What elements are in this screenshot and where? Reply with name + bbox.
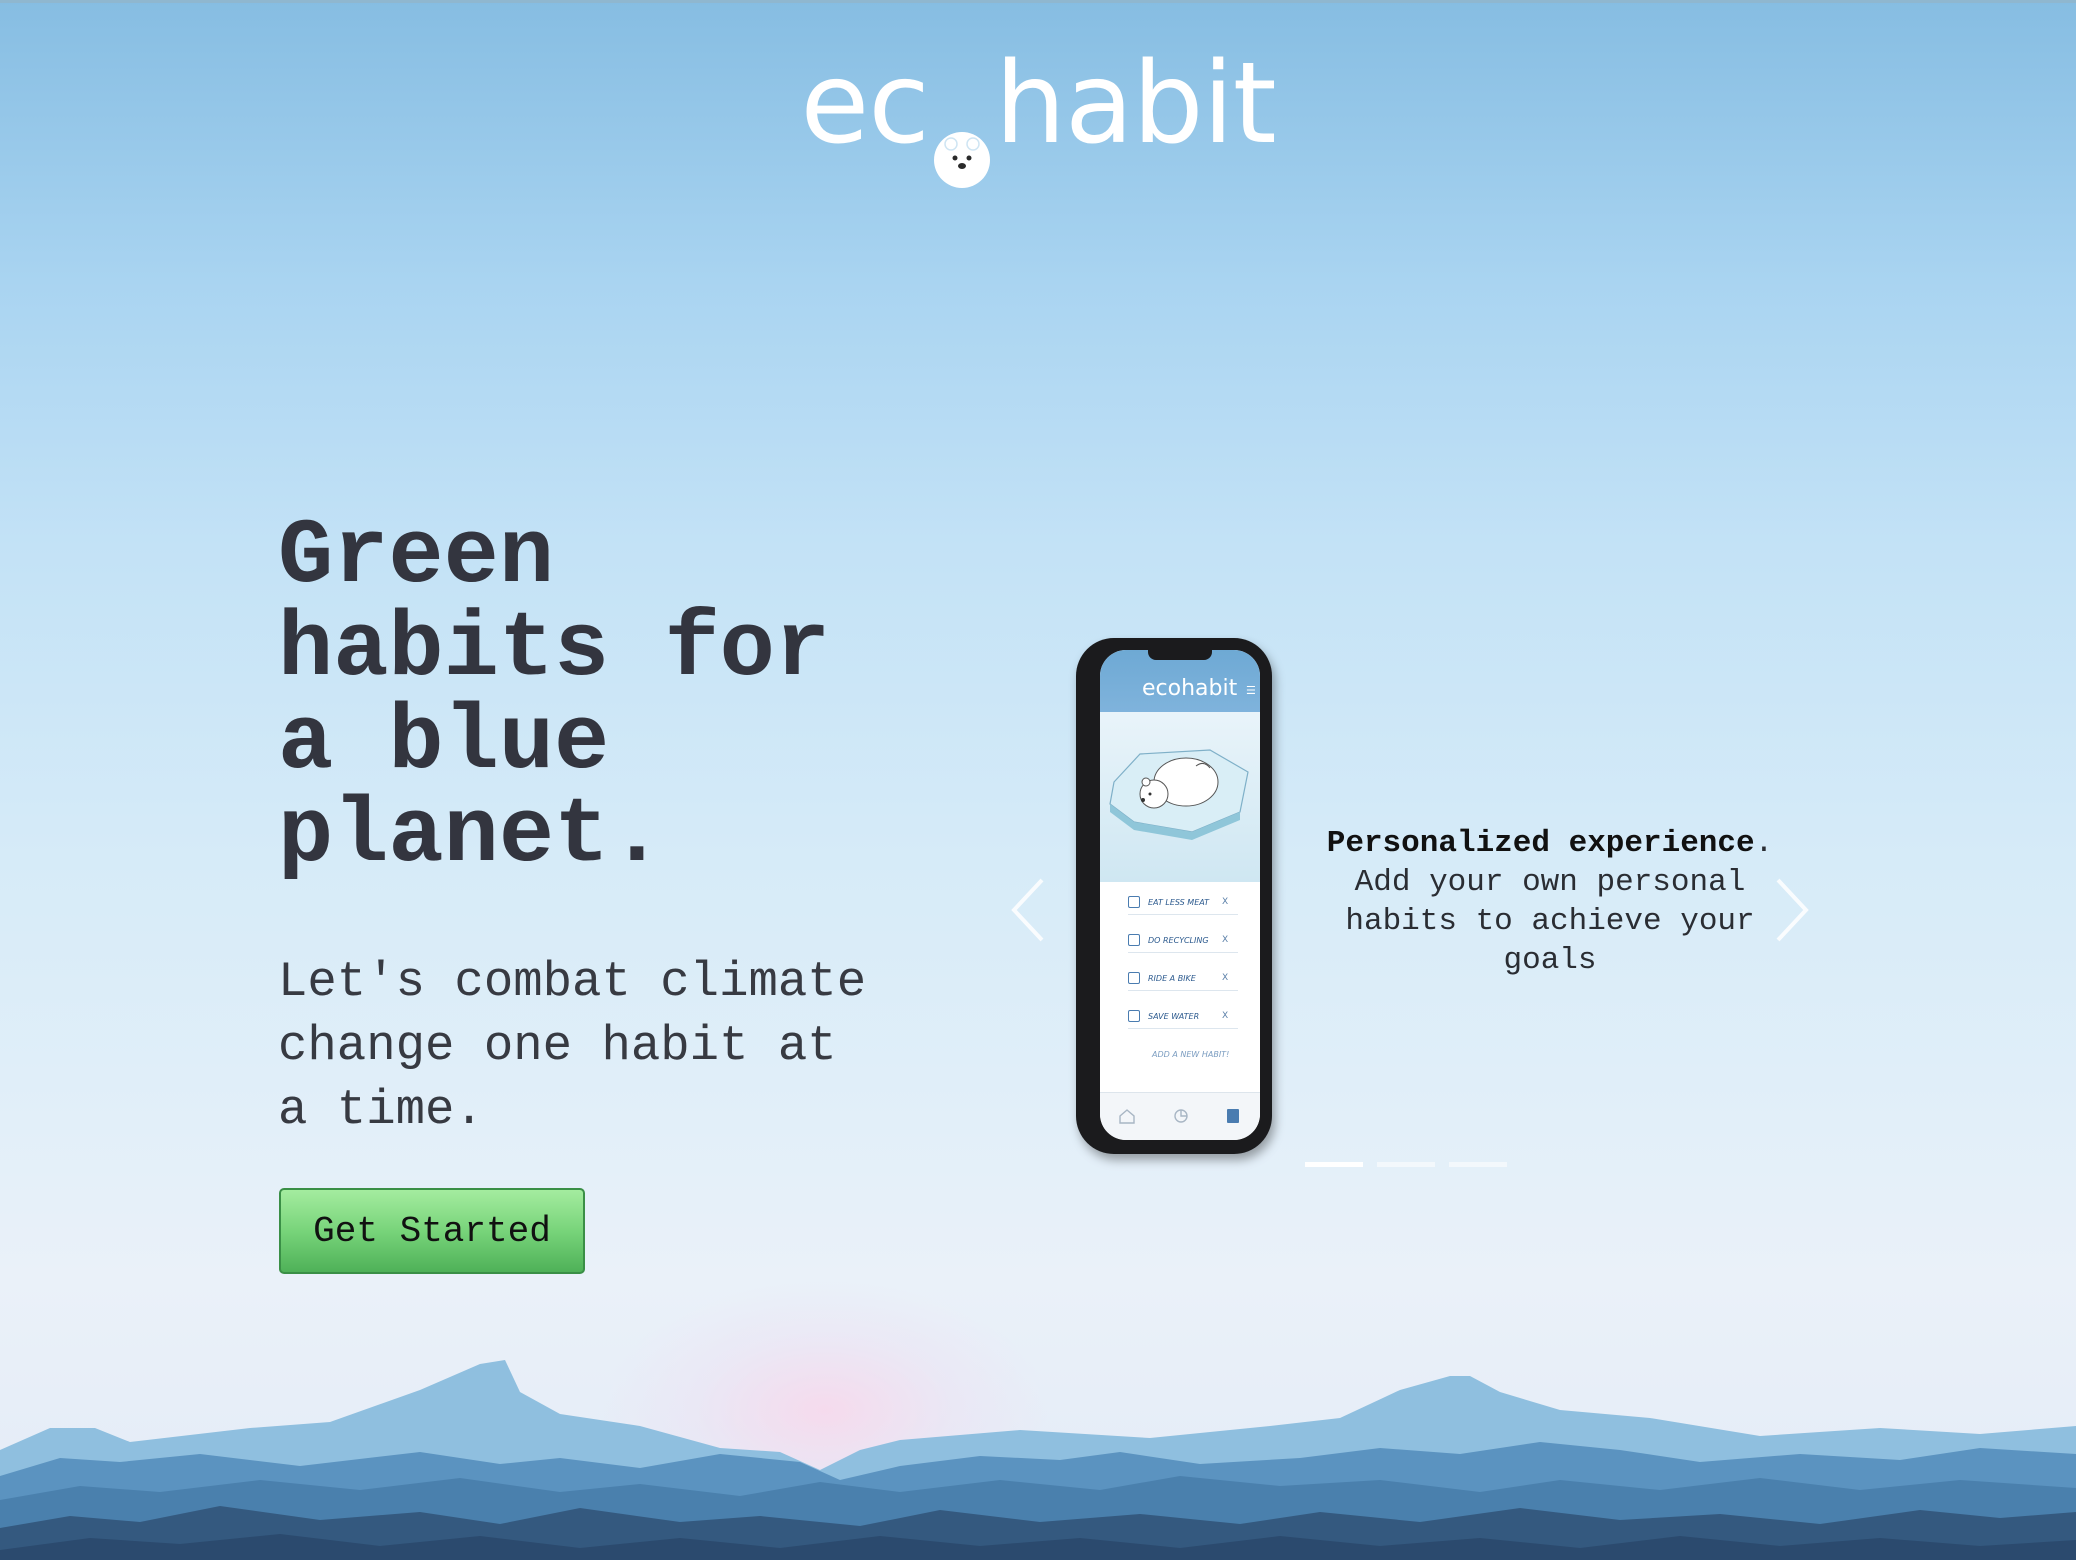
habit-item[interactable]: DO RECYCLING X: [1128, 928, 1238, 953]
habit-list: EAT LESS MEAT X DO RECYCLING X RIDE A BI…: [1100, 882, 1260, 1092]
delete-habit-button[interactable]: X: [1222, 897, 1228, 907]
app-logo: ecohabit: [1142, 676, 1238, 701]
get-started-button[interactable]: Get Started: [279, 1188, 585, 1274]
habit-label: SAVE WATER: [1148, 1011, 1200, 1021]
phone-screen: ecohabit ☰ EAT LESS MEAT X DO RECYCLING …: [1100, 650, 1260, 1140]
carousel-indicator-2[interactable]: [1377, 1162, 1435, 1167]
home-icon[interactable]: [1118, 1107, 1136, 1125]
habit-item[interactable]: EAT LESS MEAT X: [1128, 890, 1238, 915]
phone-notch: [1148, 650, 1212, 660]
app-tab-bar: [1100, 1092, 1260, 1140]
menu-icon: ☰: [1246, 684, 1256, 697]
logo-text-right: habit: [994, 39, 1277, 169]
delete-habit-button[interactable]: X: [1222, 1011, 1228, 1021]
habit-checkbox[interactable]: [1128, 896, 1140, 908]
habit-label: DO RECYCLING: [1148, 935, 1209, 945]
habit-checkbox[interactable]: [1128, 934, 1140, 946]
habit-label: EAT LESS MEAT: [1148, 897, 1210, 907]
slide-caption-heading: Personalized experience: [1326, 826, 1755, 861]
habit-item[interactable]: RIDE A BIKE X: [1128, 966, 1238, 991]
carousel-indicator-3[interactable]: [1449, 1162, 1507, 1167]
chevron-left-icon: [1011, 878, 1044, 942]
ecohabit-logo[interactable]: ec habit: [800, 39, 1277, 188]
stats-icon[interactable]: [1172, 1107, 1190, 1125]
hero-subtitle: Let's combat climate change one habit at…: [278, 954, 867, 1138]
hero-title: Green habits for a blue planet.: [278, 504, 831, 888]
habits-icon[interactable]: [1224, 1107, 1242, 1125]
carousel-prev-button[interactable]: [1000, 860, 1060, 960]
add-habit-link[interactable]: ADD A NEW HABIT!: [1152, 1050, 1229, 1059]
carousel-indicator-1[interactable]: [1305, 1162, 1363, 1167]
habit-checkbox[interactable]: [1128, 972, 1140, 984]
top-border: [0, 0, 2076, 3]
slide-caption-heading-period: .: [1754, 826, 1774, 861]
polar-bear-icon: [931, 94, 993, 188]
polar-bear-illustration: [1100, 712, 1260, 882]
logo-text-left: ec: [800, 39, 929, 169]
delete-habit-button[interactable]: X: [1222, 935, 1228, 945]
habit-checkbox[interactable]: [1128, 1010, 1140, 1022]
habit-label: RIDE A BIKE: [1148, 973, 1196, 983]
delete-habit-button[interactable]: X: [1222, 973, 1228, 983]
mountain-landscape: [0, 1360, 2076, 1560]
carousel-indicators: [1305, 1162, 1507, 1167]
slide-caption-text: Add your own personal habits to achieve …: [1345, 865, 1755, 978]
slide-caption: Personalized experience. Add your own pe…: [1300, 824, 1800, 980]
habit-item[interactable]: SAVE WATER X: [1128, 1004, 1238, 1029]
